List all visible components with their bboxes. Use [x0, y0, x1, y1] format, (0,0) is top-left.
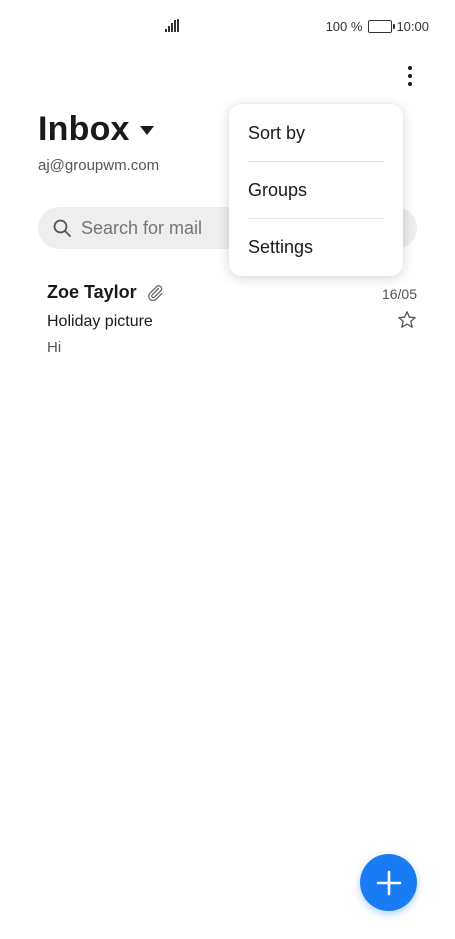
clock: 10:00 — [396, 19, 429, 34]
plus-icon — [376, 870, 401, 895]
menu-item-groups[interactable]: Groups — [229, 162, 403, 219]
star-icon[interactable] — [397, 310, 417, 330]
signal-icon — [165, 19, 179, 32]
compose-button[interactable] — [360, 854, 417, 911]
menu-item-settings[interactable]: Settings — [229, 219, 403, 276]
menu-item-sort-by[interactable]: Sort by — [229, 105, 403, 162]
mail-subject: Holiday picture — [47, 313, 153, 330]
menu-item-label: Sort by — [248, 123, 306, 143]
battery-percent: 100 % — [325, 19, 363, 34]
mail-date: 16/05 — [381, 286, 417, 302]
search-icon — [53, 219, 71, 237]
menu-item-label: Groups — [248, 180, 308, 200]
page-title: Inbox — [38, 110, 130, 148]
battery-icon — [368, 20, 396, 33]
menu-item-label: Settings — [248, 237, 314, 257]
attachment-icon — [148, 285, 163, 301]
mail-preview: Hi — [47, 339, 62, 356]
overflow-menu: Sort by Groups Settings — [229, 104, 403, 276]
status-right: 100 % 10:00 — [326, 19, 429, 34]
account-email: aj@groupwm.com — [38, 157, 160, 174]
dropdown-caret-icon — [139, 126, 154, 135]
mail-sender: Zoe Taylor — [47, 282, 137, 302]
mailbox-selector[interactable]: Inbox — [38, 110, 154, 149]
more-options-icon[interactable] — [398, 62, 422, 90]
mail-list-item[interactable]: Zoe Taylor 16/05 Holiday picture Hi — [0, 268, 455, 368]
status-bar: 100 % 10:00 — [0, 0, 455, 52]
